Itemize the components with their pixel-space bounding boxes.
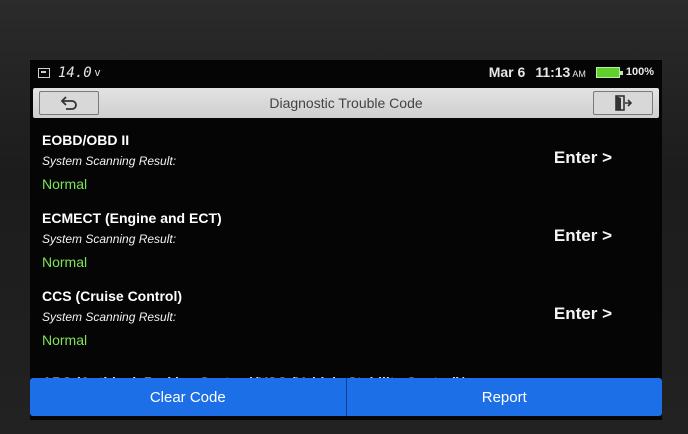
list-item[interactable]: CCS (Cruise Control) System Scanning Res…	[30, 276, 662, 354]
system-name: ECMECT (Engine and ECT)	[42, 210, 222, 226]
system-name: EOBD/OBD II	[42, 132, 130, 148]
document-icon	[38, 68, 50, 78]
exit-button[interactable]	[593, 91, 653, 115]
voltage-value: 14.0	[58, 65, 92, 81]
clear-code-button[interactable]: Clear Code	[30, 378, 346, 416]
system-status: Normal	[42, 176, 88, 192]
list-item[interactable]: EOBD/OBD II System Scanning Result: Norm…	[30, 120, 662, 198]
system-result-label: System Scanning Result:	[42, 232, 177, 246]
system-status: Normal	[42, 332, 88, 348]
system-result-label: System Scanning Result:	[42, 154, 177, 168]
battery-percent: 100%	[625, 66, 654, 78]
status-bar: 14.0 v Mar 6 11:13 AM 100%	[30, 60, 662, 86]
enter-button[interactable]: Enter >	[554, 304, 612, 324]
battery-icon	[595, 66, 623, 78]
title-bar: Diagnostic Trouble Code	[33, 88, 659, 118]
screen: 14.0 v Mar 6 11:13 AM 100% Diagnostic Tro…	[30, 60, 662, 420]
status-ampm: AM	[572, 69, 586, 79]
system-status: Normal	[42, 254, 88, 270]
status-time: 11:13 AM	[535, 64, 586, 80]
system-result-label: System Scanning Result:	[42, 310, 177, 324]
system-name: CCS (Cruise Control)	[42, 288, 182, 304]
enter-button[interactable]: Enter >	[554, 148, 612, 168]
bottom-action-bar: Clear Code Report	[30, 378, 662, 416]
list-item[interactable]: ECMECT (Engine and ECT) System Scanning …	[30, 198, 662, 276]
status-right: Mar 6 11:13 AM 100%	[489, 64, 654, 80]
page-title: Diagnostic Trouble Code	[269, 95, 423, 111]
status-time-value: 11:13	[535, 64, 571, 80]
status-date: Mar 6	[488, 64, 526, 80]
voltage-unit: v	[94, 67, 101, 79]
report-button[interactable]: Report	[347, 378, 663, 416]
status-left: 14.0 v	[38, 65, 100, 81]
exit-door-icon	[615, 95, 632, 111]
enter-button[interactable]: Enter >	[554, 226, 612, 246]
